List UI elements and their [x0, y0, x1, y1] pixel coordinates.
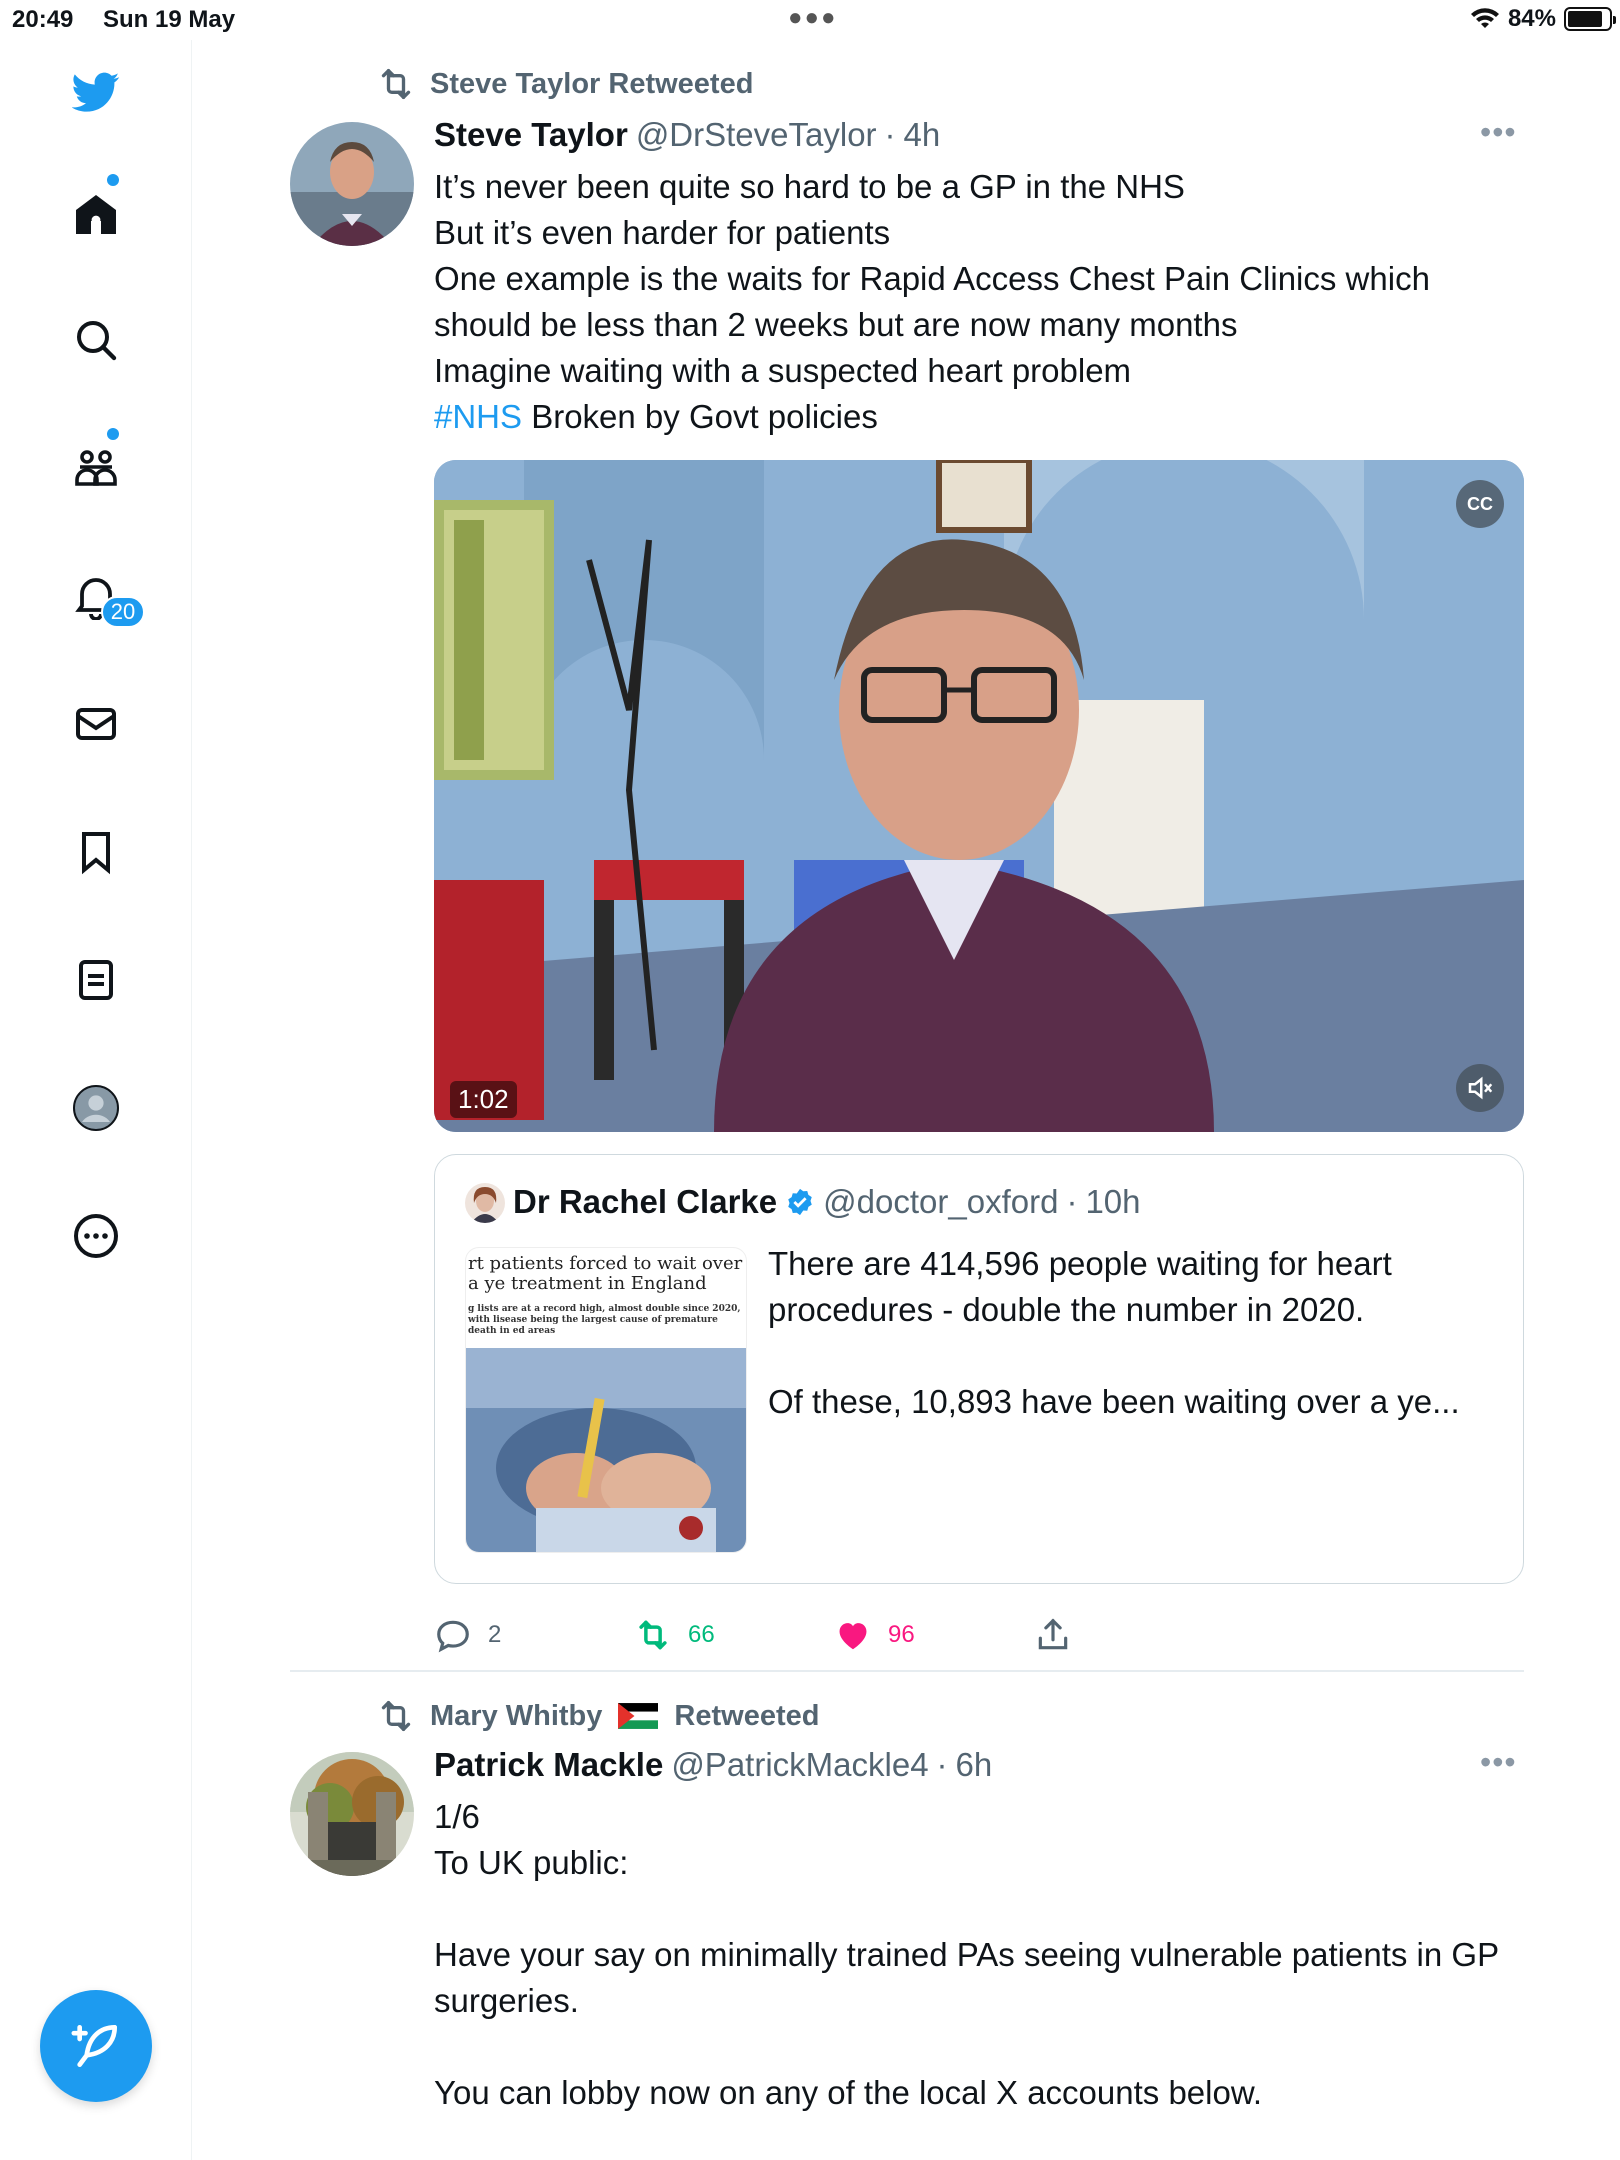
avatar[interactable] [290, 1752, 414, 1876]
more-options-icon[interactable]: ••• [1480, 1744, 1517, 1781]
retweet-icon [639, 1620, 667, 1650]
tweet-time[interactable]: 6h [956, 1746, 993, 1784]
battery-percent: 84% [1507, 5, 1556, 32]
tweet-text-line: Have your say on minimally trained PAs s… [434, 1936, 1500, 1973]
bookmark-icon[interactable] [66, 822, 126, 882]
author-handle[interactable]: @DrSteveTaylor [636, 116, 877, 154]
quoted-text-line: Of these, 10,893 have been waiting over … [768, 1383, 1460, 1420]
retweet-context[interactable]: Mary Whitby Retweeted [376, 1696, 819, 1736]
search-icon[interactable] [66, 310, 126, 370]
mute-button[interactable] [1456, 1064, 1504, 1112]
author-name[interactable]: Patrick Mackle [434, 1746, 663, 1784]
tweet-divider [290, 1670, 1524, 1672]
tweet-text-line: should be less than 2 weeks but are now … [434, 306, 1238, 343]
more-options-icon[interactable]: ••• [1480, 114, 1517, 151]
quoted-article-thumbnail[interactable]: rt patients forced to wait over a ye tre… [465, 1247, 747, 1553]
captions-toggle-button[interactable]: CC [1456, 480, 1504, 528]
quoted-handle[interactable]: @doctor_oxford [823, 1183, 1058, 1221]
compose-button[interactable] [40, 1990, 152, 2102]
tweet-text-line [434, 2024, 1564, 2070]
more-circle-icon[interactable] [66, 1206, 126, 1266]
retweet-icon [381, 69, 411, 100]
reply-button[interactable]: 2 [434, 1616, 501, 1654]
wifi-icon [1470, 8, 1499, 28]
tweet-text-line: You can lobby now on any of the local X … [434, 2074, 1263, 2111]
mail-icon[interactable] [66, 694, 126, 754]
quoted-tweet[interactable]: Dr Rachel Clarke @doctor_oxford · 10h rt… [434, 1154, 1524, 1584]
hashtag-link[interactable]: #NHS [434, 398, 522, 435]
status-time: 20:49 [12, 6, 74, 33]
author-name[interactable]: Steve Taylor [434, 116, 628, 154]
separator: · [1066, 1183, 1078, 1220]
profile-icon[interactable] [66, 1078, 126, 1138]
quoted-avatar[interactable] [465, 1183, 505, 1223]
like-count: 96 [888, 1621, 915, 1648]
quoted-author-name[interactable]: Dr Rachel Clarke [513, 1183, 777, 1221]
retweet-button[interactable]: 66 [634, 1616, 715, 1654]
quoted-header: Dr Rachel Clarke @doctor_oxford · 10h [513, 1183, 1141, 1221]
tweet-time[interactable]: 4h [904, 116, 941, 154]
video-duration: 1:02 [450, 1081, 517, 1118]
separator: · [884, 116, 896, 153]
quoted-text-line: procedures - double the number in 2020. [768, 1291, 1365, 1328]
battery-icon [1564, 7, 1616, 31]
tweet-header: Patrick Mackle @PatrickMackle4 · 6h [434, 1746, 992, 1784]
palestine-flag-icon [618, 1703, 659, 1729]
verified-badge-icon [788, 1188, 812, 1216]
sidebar: 20 [0, 40, 192, 2160]
communities-notification-dot [107, 428, 119, 440]
thumbnail-headline: rt patients forced to wait over a ye tre… [468, 1253, 743, 1294]
separator: · [936, 1746, 948, 1783]
status-date: Sun 19 May [103, 6, 236, 33]
share-icon [1038, 1618, 1068, 1650]
reply-count: 2 [488, 1621, 502, 1648]
quoted-time[interactable]: 10h [1085, 1183, 1140, 1221]
video-player[interactable]: CC 1:02 [434, 460, 1524, 1132]
tweet-text: It’s never been quite so hard to be a GP… [434, 164, 1564, 440]
speaker-muted-icon [1468, 1076, 1493, 1100]
surgery-photo [466, 1348, 746, 1552]
captions-icon: CC [1467, 493, 1493, 514]
retweet-icon [381, 1701, 411, 1731]
status-bar: 20:49 Sun 19 May ●●● 84% [0, 0, 1620, 40]
home-icon[interactable] [66, 184, 126, 244]
tweet-text-line: 1/6 [434, 1798, 480, 1835]
retweeted-by-name: Mary Whitby [430, 1699, 603, 1732]
author-handle[interactable]: @PatrickMackle4 [671, 1746, 928, 1784]
tweet-text-line: #NHS Broken by Govt policies [434, 394, 1564, 440]
thumbnail-subtext: g lists are at a record high, almost dou… [468, 1304, 741, 1336]
tweet-header: Steve Taylor @DrSteveTaylor · 4h [434, 116, 940, 154]
tweet-text-tail: Broken by Govt policies [522, 398, 878, 435]
heart-filled-icon [839, 1623, 867, 1650]
home-notification-dot [107, 174, 119, 186]
tweet-text-line [434, 1886, 1564, 1932]
retweet-count: 66 [688, 1621, 715, 1648]
notifications-badge: 20 [101, 596, 145, 628]
quoted-text: There are 414,596 people waiting for hea… [768, 1241, 1508, 1425]
tweet-actions: 2 66 96 [434, 1616, 1534, 1666]
retweeted-suffix: Retweeted [674, 1699, 820, 1732]
communities-icon[interactable] [66, 438, 126, 498]
reply-icon [437, 1620, 469, 1653]
tweet-text-line: Imagine waiting with a suspected heart p… [434, 352, 1132, 389]
avatar[interactable] [290, 122, 414, 246]
tweet-text-line: But it’s even harder for patients [434, 214, 891, 251]
multitasking-dots-icon[interactable]: ●●● [788, 4, 838, 32]
video-frame [434, 460, 1524, 1132]
list-icon[interactable] [66, 950, 126, 1010]
retweet-context[interactable]: Steve Taylor Retweeted [376, 64, 753, 104]
compose-feather-icon [71, 2025, 117, 2067]
status-right: 84% [1470, 5, 1616, 33]
like-button[interactable]: 96 [834, 1616, 915, 1654]
tweet-text-line: It’s never been quite so hard to be a GP… [434, 168, 1185, 205]
quoted-text-line: There are 414,596 people waiting for hea… [768, 1245, 1392, 1282]
quoted-text-line [768, 1333, 1508, 1379]
twitter-logo-icon[interactable] [66, 62, 126, 122]
tweet-text-line: surgeries. [434, 1982, 579, 2019]
share-button[interactable] [1034, 1616, 1072, 1654]
tweet-text-line: One example is the waits for Rapid Acces… [434, 260, 1430, 297]
tweet-text-line: To UK public: [434, 1844, 629, 1881]
tweet-text: 1/6 To UK public: Have your say on minim… [434, 1794, 1564, 2116]
retweeted-by-label: Steve Taylor Retweeted [430, 67, 754, 100]
